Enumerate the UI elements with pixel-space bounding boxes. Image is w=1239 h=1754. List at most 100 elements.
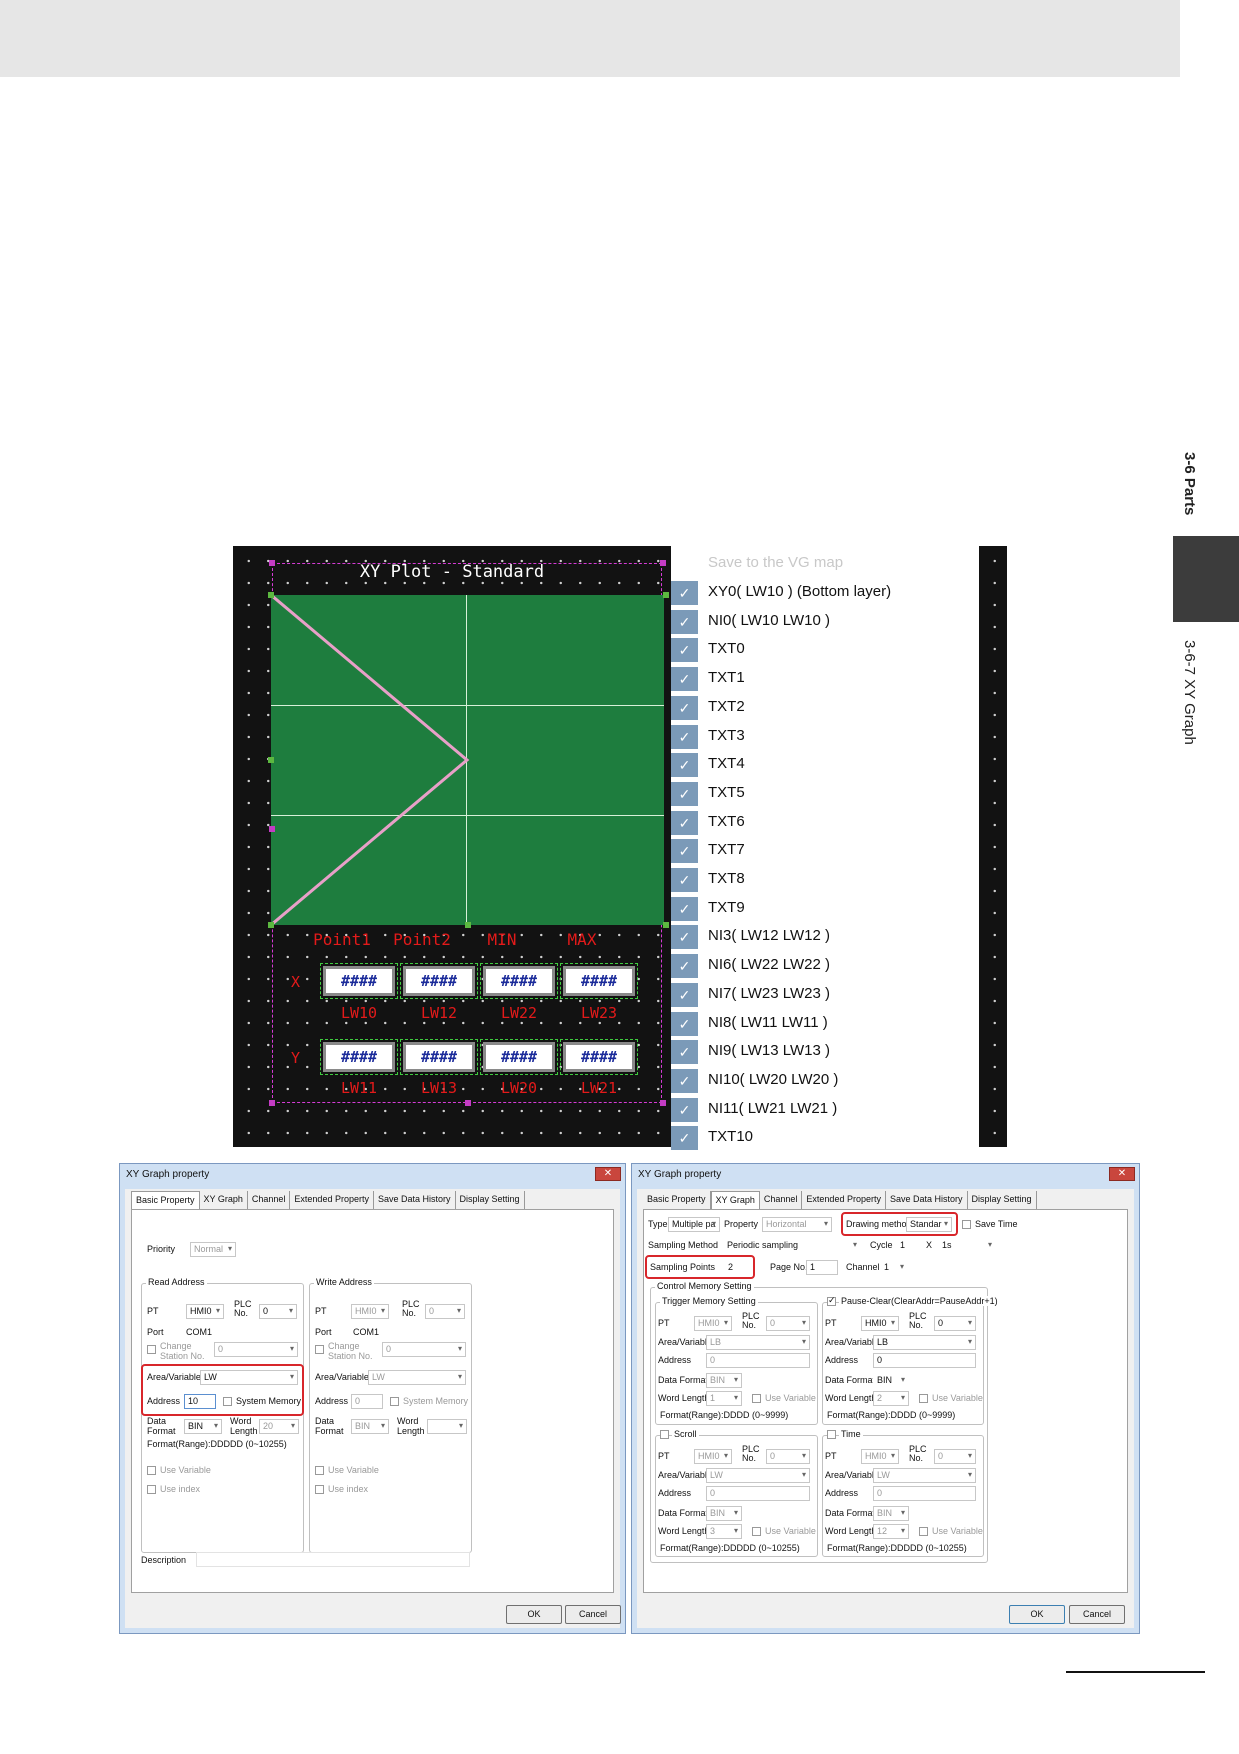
pause-area-select[interactable]: LB bbox=[873, 1335, 976, 1350]
write-station-select[interactable]: 0 bbox=[382, 1342, 466, 1357]
resize-handle[interactable] bbox=[663, 922, 669, 928]
tab-display-setting[interactable]: Display Setting bbox=[968, 1191, 1037, 1209]
tab-basic-property[interactable]: Basic Property bbox=[131, 1191, 200, 1209]
numeric-display-y-min[interactable]: #### bbox=[480, 1039, 558, 1075]
scroll-address-input[interactable]: 0 bbox=[706, 1486, 810, 1501]
resize-handle[interactable] bbox=[465, 922, 471, 928]
pause-clear-checkbox[interactable] bbox=[827, 1295, 836, 1306]
cycle-unit-select[interactable]: 1s bbox=[938, 1238, 996, 1253]
resize-handle[interactable] bbox=[268, 592, 274, 598]
layer-visible-checkbox[interactable]: ✓ bbox=[671, 667, 698, 692]
tab-extended-property[interactable]: Extended Property bbox=[802, 1191, 886, 1209]
write-use-index-checkbox[interactable] bbox=[315, 1485, 324, 1494]
scroll-word-length-select[interactable]: 3 bbox=[706, 1524, 742, 1539]
trigger-address-input[interactable]: 0 bbox=[706, 1353, 810, 1368]
resize-handle[interactable] bbox=[268, 757, 274, 763]
layer-item[interactable]: ✓ NI7( LW23 LW23 ) bbox=[671, 981, 979, 1010]
trigger-format-select[interactable]: BIN bbox=[706, 1373, 742, 1388]
write-use-variable-checkbox[interactable] bbox=[315, 1466, 324, 1475]
station-select[interactable]: 0 bbox=[214, 1342, 298, 1357]
scroll-format-select[interactable]: BIN bbox=[706, 1506, 742, 1521]
layer-item[interactable]: ✓ NI6( LW22 LW22 ) bbox=[671, 952, 979, 981]
write-word-length-select[interactable] bbox=[427, 1419, 467, 1434]
layer-item[interactable]: ✓ NI0( LW10 LW10 ) bbox=[671, 608, 979, 637]
layer-visible-checkbox[interactable]: ✓ bbox=[671, 896, 698, 921]
xy-plot-area[interactable] bbox=[271, 595, 664, 925]
layer-item[interactable]: ✓ TXT1 bbox=[671, 665, 979, 694]
pause-address-input[interactable]: 0 bbox=[873, 1353, 976, 1368]
numeric-display-y-point2[interactable]: #### bbox=[400, 1039, 478, 1075]
layer-visible-checkbox[interactable]: ✓ bbox=[671, 1011, 698, 1036]
scroll-area-select[interactable]: LW bbox=[706, 1468, 810, 1483]
layer-visible-checkbox[interactable]: ✓ bbox=[671, 982, 698, 1007]
group-handle[interactable] bbox=[660, 1100, 666, 1106]
group-handle[interactable] bbox=[269, 826, 275, 832]
tab-extended-property[interactable]: Extended Property bbox=[290, 1191, 374, 1209]
numeric-display-x-min[interactable]: #### bbox=[480, 963, 558, 999]
layer-visible-checkbox[interactable]: ✓ bbox=[671, 1040, 698, 1065]
tab-channel[interactable]: Channel bbox=[248, 1191, 291, 1209]
time-word-length-select[interactable]: 12 bbox=[873, 1524, 909, 1539]
tab-channel[interactable]: Channel bbox=[760, 1191, 803, 1209]
layer-item[interactable]: ✓ NI11( LW21 LW21 ) bbox=[671, 1096, 979, 1125]
change-station-checkbox[interactable] bbox=[147, 1345, 156, 1354]
layer-item[interactable]: ✓ TXT5 bbox=[671, 780, 979, 809]
layer-item[interactable]: ✓ NI3( LW12 LW12 ) bbox=[671, 923, 979, 952]
tab-basic-property[interactable]: Basic Property bbox=[643, 1191, 711, 1209]
pause-pt-select[interactable]: HMI0 bbox=[861, 1316, 899, 1331]
write-plc-select[interactable]: 0 bbox=[425, 1304, 465, 1319]
write-system-memory-checkbox[interactable] bbox=[390, 1397, 399, 1406]
numeric-display-x-point2[interactable]: #### bbox=[400, 963, 478, 999]
resize-handle[interactable] bbox=[268, 922, 274, 928]
time-format-select[interactable]: BIN bbox=[873, 1506, 909, 1521]
layer-visible-checkbox[interactable]: ✓ bbox=[671, 638, 698, 663]
use-variable-checkbox[interactable] bbox=[752, 1527, 761, 1536]
layer-item[interactable]: ✓ NI10( LW20 LW20 ) bbox=[671, 1067, 979, 1096]
trigger-pt-select[interactable]: HMI0 bbox=[694, 1316, 732, 1331]
use-variable-checkbox[interactable] bbox=[919, 1527, 928, 1536]
close-button[interactable]: ✕ bbox=[1109, 1167, 1135, 1181]
trigger-plc-select[interactable]: 0 bbox=[766, 1316, 810, 1331]
pause-format-select[interactable]: BIN bbox=[873, 1373, 909, 1388]
screen-editor-canvas[interactable]: XY Plot - Standard Point1 Point2 MIN MAX… bbox=[233, 546, 671, 1147]
pt-select[interactable]: HMI0 bbox=[186, 1304, 224, 1319]
priority-select[interactable]: Normal bbox=[190, 1242, 236, 1257]
time-pt-select[interactable]: HMI0 bbox=[861, 1449, 899, 1464]
layer-visible-checkbox[interactable]: ✓ bbox=[671, 868, 698, 892]
sampling-method-select[interactable]: Periodic sampling bbox=[723, 1238, 861, 1253]
layer-visible-checkbox[interactable]: ✓ bbox=[671, 1126, 698, 1151]
pause-word-length-select[interactable]: 2 bbox=[873, 1391, 909, 1406]
layer-item[interactable]: ✓ TXT2 bbox=[671, 694, 979, 723]
layer-visible-checkbox[interactable]: ✓ bbox=[671, 1068, 698, 1093]
group-handle[interactable] bbox=[660, 560, 666, 566]
layer-visible-checkbox[interactable]: ✓ bbox=[671, 609, 698, 634]
type-select[interactable]: Multiple pa bbox=[668, 1217, 720, 1232]
tab-save-data-history[interactable]: Save Data History bbox=[374, 1191, 456, 1209]
trigger-word-length-select[interactable]: 1 bbox=[706, 1391, 742, 1406]
time-address-input[interactable]: 0 bbox=[873, 1486, 976, 1501]
ok-button[interactable]: OK bbox=[1009, 1605, 1065, 1624]
write-format-select[interactable]: BIN bbox=[351, 1419, 389, 1434]
page-no-input[interactable]: 1 bbox=[806, 1260, 838, 1275]
use-variable-checkbox[interactable] bbox=[752, 1394, 761, 1403]
layer-item[interactable]: ✓ TXT4 bbox=[671, 751, 979, 780]
use-index-checkbox[interactable] bbox=[147, 1485, 156, 1494]
layer-visible-checkbox[interactable]: ✓ bbox=[671, 781, 698, 806]
cycle-input[interactable]: 1 bbox=[896, 1238, 916, 1253]
time-area-select[interactable]: LW bbox=[873, 1468, 976, 1483]
resize-handle[interactable] bbox=[663, 592, 669, 598]
layer-item[interactable]: ✓ XY0( LW10 ) (Bottom layer) bbox=[671, 579, 979, 608]
layer-item[interactable]: ✓ TXT6 bbox=[671, 809, 979, 838]
layer-visible-checkbox[interactable]: ✓ bbox=[671, 925, 698, 950]
layer-visible-checkbox[interactable]: ✓ bbox=[671, 810, 698, 835]
layer-item[interactable]: ✓ TXT7 bbox=[671, 837, 979, 866]
word-length-select[interactable]: 20 bbox=[259, 1419, 299, 1434]
description-input[interactable] bbox=[196, 1552, 470, 1567]
scroll-plc-select[interactable]: 0 bbox=[766, 1449, 810, 1464]
tab-save-data-history[interactable]: Save Data History bbox=[886, 1191, 968, 1209]
time-checkbox[interactable] bbox=[827, 1430, 836, 1439]
pause-plc-select[interactable]: 0 bbox=[934, 1316, 976, 1331]
close-button[interactable]: ✕ bbox=[595, 1167, 621, 1181]
scroll-checkbox[interactable] bbox=[660, 1430, 669, 1439]
numeric-display-x-point1[interactable]: #### bbox=[320, 963, 398, 999]
